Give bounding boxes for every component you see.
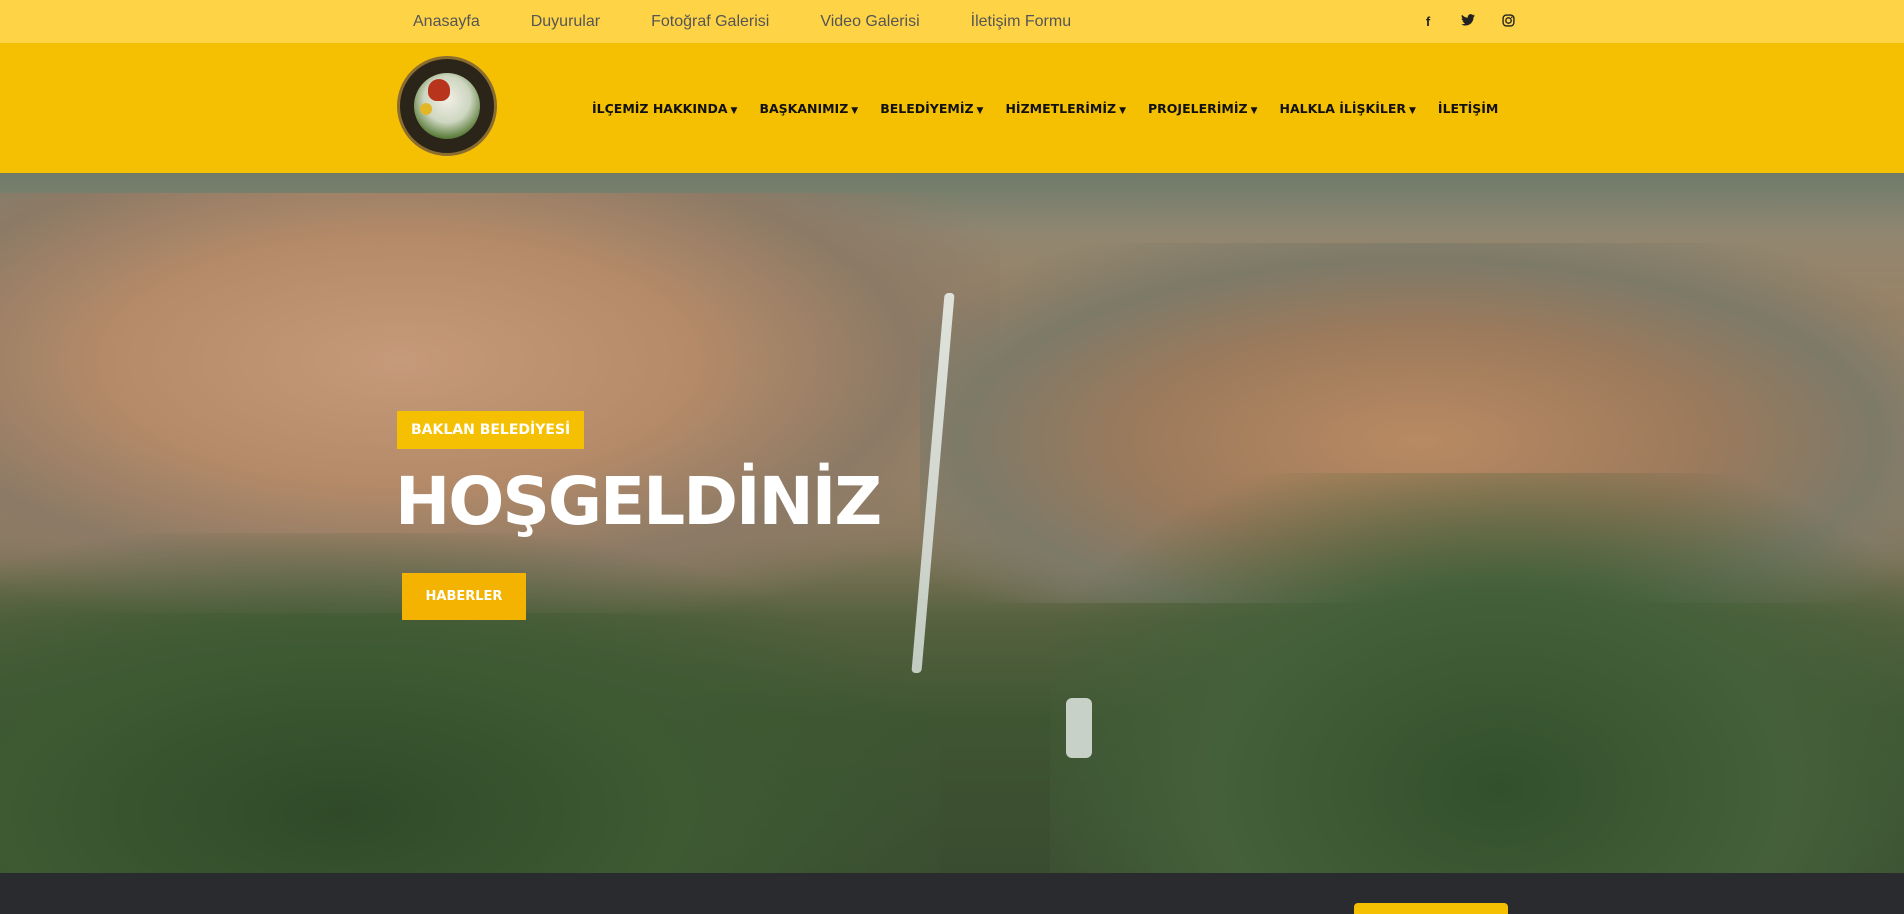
hero-forest-right <box>1050 473 1904 873</box>
main-header: İLÇEMİZ HAKKINDA ▼ BAŞKANIMIZ ▼ BELEDİYEMİ… <box>0 43 1904 173</box>
nav-contact-label: İLETİŞİM <box>1437 100 1499 116</box>
nav-mayor-label: BAŞKANIMIZ <box>759 100 849 116</box>
top-link-video-gallery[interactable]: Video Galerisi <box>820 13 919 31</box>
nav-contact[interactable]: İLETİŞİM <box>1438 101 1498 116</box>
chevron-down-icon: ▼ <box>976 105 984 116</box>
bottom-yellow-button[interactable] <box>1354 903 1508 914</box>
chevron-down-icon: ▼ <box>1250 105 1258 116</box>
facebook-icon[interactable]: f <box>1408 14 1448 29</box>
top-link-contact-form[interactable]: İletişim Formu <box>971 13 1071 31</box>
top-links: Anasayfa Duyurular Fotoğraf Galerisi Vid… <box>413 0 1122 43</box>
nav-municipality[interactable]: BELEDİYEMİZ ▼ <box>880 101 983 116</box>
nav-district[interactable]: İLÇEMİZ HAKKINDA ▼ <box>592 101 737 116</box>
chevron-down-icon: ▼ <box>1409 105 1416 116</box>
nav-mayor[interactable]: BAŞKANIMIZ ▼ <box>759 101 858 116</box>
nav-projects[interactable]: PROJELERİMİZ ▼ <box>1148 101 1257 116</box>
nav-public-relations-label: HALKLA İLİŞKİLER <box>1279 100 1406 116</box>
flower-icon <box>420 103 432 115</box>
nav-services-label: HİZMETLERİMİZ <box>1005 100 1117 116</box>
nav-services[interactable]: HİZMETLERİMİZ ▼ <box>1005 101 1126 116</box>
nav-public-relations[interactable]: HALKLA İLİŞKİLER ▼ <box>1279 101 1415 116</box>
chevron-down-icon: ▼ <box>730 105 738 116</box>
nav-district-label: İLÇEMİZ HAKKINDA <box>592 100 728 116</box>
instagram-icon[interactable] <box>1488 13 1528 30</box>
rooster-icon <box>428 79 450 101</box>
twitter-icon[interactable] <box>1448 14 1488 29</box>
main-nav: İLÇEMİZ HAKKINDA ▼ BAŞKANIMIZ ▼ BELEDİYEMİ… <box>592 43 1498 173</box>
hero-waterfall-lower <box>1066 698 1092 758</box>
chevron-down-icon: ▼ <box>851 105 859 116</box>
bottom-bar <box>0 873 1904 914</box>
hero-banner: BAKLAN BELEDİYESİ HOŞGELDİNİZ HABERLER <box>0 173 1904 873</box>
nav-municipality-label: BELEDİYEMİZ <box>880 100 974 116</box>
nav-projects-label: PROJELERİMİZ <box>1148 100 1248 116</box>
top-link-home[interactable]: Anasayfa <box>413 13 480 31</box>
chevron-down-icon: ▼ <box>1119 105 1127 116</box>
top-bar: Anasayfa Duyurular Fotoğraf Galerisi Vid… <box>0 0 1904 43</box>
news-button[interactable]: HABERLER <box>402 573 526 620</box>
top-link-announcements[interactable]: Duyurular <box>531 13 600 31</box>
hero-tag: BAKLAN BELEDİYESİ <box>397 411 585 449</box>
social-links: f <box>1408 0 1528 43</box>
top-link-photo-gallery[interactable]: Fotoğraf Galerisi <box>651 13 769 31</box>
municipality-logo[interactable] <box>397 56 497 156</box>
hero-title: HOŞGELDİNİZ <box>395 463 882 540</box>
